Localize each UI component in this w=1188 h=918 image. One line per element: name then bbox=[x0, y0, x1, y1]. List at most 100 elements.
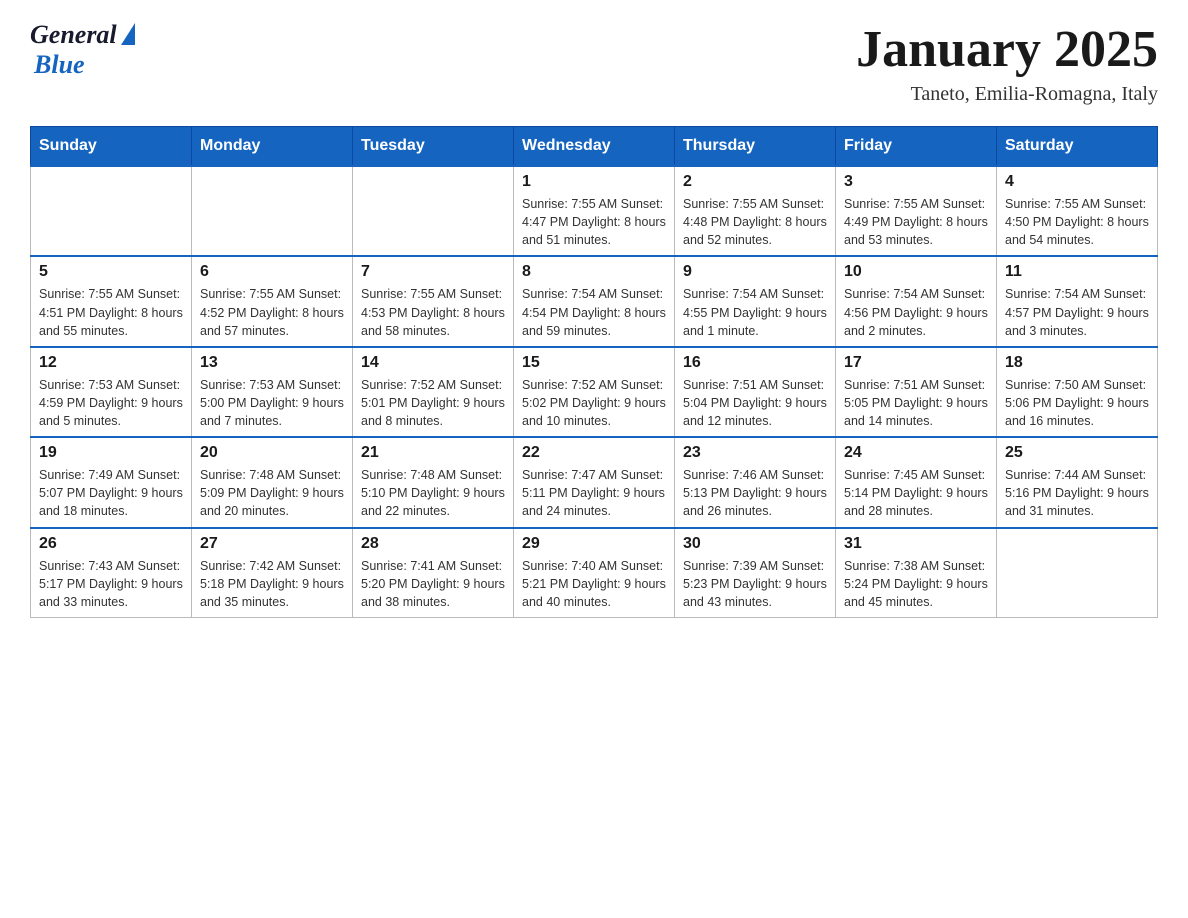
day-info: Sunrise: 7:54 AM Sunset: 4:57 PM Dayligh… bbox=[1005, 285, 1149, 339]
day-number: 1 bbox=[522, 173, 666, 191]
day-info: Sunrise: 7:45 AM Sunset: 5:14 PM Dayligh… bbox=[844, 466, 988, 520]
day-info: Sunrise: 7:40 AM Sunset: 5:21 PM Dayligh… bbox=[522, 557, 666, 611]
day-info: Sunrise: 7:55 AM Sunset: 4:51 PM Dayligh… bbox=[39, 285, 183, 339]
day-number: 22 bbox=[522, 444, 666, 462]
calendar-week-row: 5 Sunrise: 7:55 AM Sunset: 4:51 PM Daylig… bbox=[31, 256, 1158, 346]
day-number: 20 bbox=[200, 444, 344, 462]
day-number: 8 bbox=[522, 263, 666, 281]
calendar-week-row: 1Sunrise: 7:55 AM Sunset: 4:47 PM Daylig… bbox=[31, 166, 1158, 256]
day-info: Sunrise: 7:49 AM Sunset: 5:07 PM Dayligh… bbox=[39, 466, 183, 520]
day-number: 31 bbox=[844, 535, 988, 553]
day-number: 2 bbox=[683, 173, 827, 191]
col-monday: Monday bbox=[192, 127, 353, 167]
col-sunday: Sunday bbox=[31, 127, 192, 167]
logo-blue-text: Blue bbox=[34, 50, 85, 80]
day-info: Sunrise: 7:51 AM Sunset: 5:05 PM Dayligh… bbox=[844, 376, 988, 430]
day-number: 21 bbox=[361, 444, 505, 462]
day-number: 3 bbox=[844, 173, 988, 191]
table-row bbox=[192, 166, 353, 256]
table-row: 11 Sunrise: 7:54 AM Sunset: 4:57 PM Dayli… bbox=[997, 256, 1158, 346]
day-number: 4 bbox=[1005, 173, 1149, 191]
table-row bbox=[31, 166, 192, 256]
table-row: 31 Sunrise: 7:38 AM Sunset: 5:24 PM Dayli… bbox=[836, 528, 997, 618]
day-number: 16 bbox=[683, 354, 827, 372]
table-row: 18 Sunrise: 7:50 AM Sunset: 5:06 PM Dayli… bbox=[997, 347, 1158, 437]
table-row: 24 Sunrise: 7:45 AM Sunset: 5:14 PM Dayli… bbox=[836, 437, 997, 527]
day-number: 28 bbox=[361, 535, 505, 553]
day-number: 27 bbox=[200, 535, 344, 553]
table-row: 29 Sunrise: 7:40 AM Sunset: 5:21 PM Dayli… bbox=[514, 528, 675, 618]
day-info: Sunrise: 7:54 AM Sunset: 4:56 PM Dayligh… bbox=[844, 285, 988, 339]
title-section: January 2025 Taneto, Emilia-Romagna, Ita… bbox=[856, 20, 1158, 106]
table-row: 1Sunrise: 7:55 AM Sunset: 4:47 PM Daylig… bbox=[514, 166, 675, 256]
day-info: Sunrise: 7:46 AM Sunset: 5:13 PM Dayligh… bbox=[683, 466, 827, 520]
day-number: 11 bbox=[1005, 263, 1149, 281]
table-row: 12 Sunrise: 7:53 AM Sunset: 4:59 PM Dayli… bbox=[31, 347, 192, 437]
table-row: 17 Sunrise: 7:51 AM Sunset: 5:05 PM Dayli… bbox=[836, 347, 997, 437]
day-info: Sunrise: 7:52 AM Sunset: 5:02 PM Dayligh… bbox=[522, 376, 666, 430]
col-saturday: Saturday bbox=[997, 127, 1158, 167]
col-wednesday: Wednesday bbox=[514, 127, 675, 167]
day-number: 24 bbox=[844, 444, 988, 462]
day-number: 23 bbox=[683, 444, 827, 462]
day-info: Sunrise: 7:41 AM Sunset: 5:20 PM Dayligh… bbox=[361, 557, 505, 611]
day-number: 29 bbox=[522, 535, 666, 553]
day-number: 7 bbox=[361, 263, 505, 281]
table-row: 23 Sunrise: 7:46 AM Sunset: 5:13 PM Dayli… bbox=[675, 437, 836, 527]
day-info: Sunrise: 7:48 AM Sunset: 5:10 PM Dayligh… bbox=[361, 466, 505, 520]
logo: General Blue bbox=[30, 20, 135, 80]
day-info: Sunrise: 7:55 AM Sunset: 4:52 PM Dayligh… bbox=[200, 285, 344, 339]
day-info: Sunrise: 7:44 AM Sunset: 5:16 PM Dayligh… bbox=[1005, 466, 1149, 520]
table-row: 21 Sunrise: 7:48 AM Sunset: 5:10 PM Dayli… bbox=[353, 437, 514, 527]
day-number: 25 bbox=[1005, 444, 1149, 462]
table-row bbox=[353, 166, 514, 256]
col-friday: Friday bbox=[836, 127, 997, 167]
day-info: Sunrise: 7:53 AM Sunset: 4:59 PM Dayligh… bbox=[39, 376, 183, 430]
day-info: Sunrise: 7:38 AM Sunset: 5:24 PM Dayligh… bbox=[844, 557, 988, 611]
day-info: Sunrise: 7:55 AM Sunset: 4:48 PM Dayligh… bbox=[683, 195, 827, 249]
day-number: 19 bbox=[39, 444, 183, 462]
day-info: Sunrise: 7:39 AM Sunset: 5:23 PM Dayligh… bbox=[683, 557, 827, 611]
day-number: 10 bbox=[844, 263, 988, 281]
day-info: Sunrise: 7:43 AM Sunset: 5:17 PM Dayligh… bbox=[39, 557, 183, 611]
calendar-week-row: 26Sunrise: 7:43 AM Sunset: 5:17 PM Dayli… bbox=[31, 528, 1158, 618]
location-text: Taneto, Emilia-Romagna, Italy bbox=[856, 83, 1158, 106]
table-row: 2 Sunrise: 7:55 AM Sunset: 4:48 PM Daylig… bbox=[675, 166, 836, 256]
table-row: 5 Sunrise: 7:55 AM Sunset: 4:51 PM Daylig… bbox=[31, 256, 192, 346]
day-info: Sunrise: 7:54 AM Sunset: 4:54 PM Dayligh… bbox=[522, 285, 666, 339]
table-row: 26Sunrise: 7:43 AM Sunset: 5:17 PM Dayli… bbox=[31, 528, 192, 618]
table-row: 30Sunrise: 7:39 AM Sunset: 5:23 PM Dayli… bbox=[675, 528, 836, 618]
day-info: Sunrise: 7:53 AM Sunset: 5:00 PM Dayligh… bbox=[200, 376, 344, 430]
day-number: 9 bbox=[683, 263, 827, 281]
table-row: 9 Sunrise: 7:54 AM Sunset: 4:55 PM Daylig… bbox=[675, 256, 836, 346]
day-number: 14 bbox=[361, 354, 505, 372]
table-row: 19 Sunrise: 7:49 AM Sunset: 5:07 PM Dayli… bbox=[31, 437, 192, 527]
calendar-week-row: 19 Sunrise: 7:49 AM Sunset: 5:07 PM Dayli… bbox=[31, 437, 1158, 527]
day-info: Sunrise: 7:55 AM Sunset: 4:53 PM Dayligh… bbox=[361, 285, 505, 339]
day-number: 17 bbox=[844, 354, 988, 372]
logo-general-text: General bbox=[30, 20, 117, 50]
day-info: Sunrise: 7:54 AM Sunset: 4:55 PM Dayligh… bbox=[683, 285, 827, 339]
table-row bbox=[997, 528, 1158, 618]
day-number: 5 bbox=[39, 263, 183, 281]
col-tuesday: Tuesday bbox=[353, 127, 514, 167]
day-number: 13 bbox=[200, 354, 344, 372]
day-number: 6 bbox=[200, 263, 344, 281]
page-header: General Blue January 2025 Taneto, Emilia… bbox=[30, 20, 1158, 106]
table-row: 27Sunrise: 7:42 AM Sunset: 5:18 PM Dayli… bbox=[192, 528, 353, 618]
day-info: Sunrise: 7:55 AM Sunset: 4:49 PM Dayligh… bbox=[844, 195, 988, 249]
day-number: 15 bbox=[522, 354, 666, 372]
table-row: 4Sunrise: 7:55 AM Sunset: 4:50 PM Daylig… bbox=[997, 166, 1158, 256]
table-row: 13 Sunrise: 7:53 AM Sunset: 5:00 PM Dayli… bbox=[192, 347, 353, 437]
col-thursday: Thursday bbox=[675, 127, 836, 167]
day-number: 18 bbox=[1005, 354, 1149, 372]
table-row: 20Sunrise: 7:48 AM Sunset: 5:09 PM Dayli… bbox=[192, 437, 353, 527]
month-title: January 2025 bbox=[856, 20, 1158, 79]
table-row: 6 Sunrise: 7:55 AM Sunset: 4:52 PM Daylig… bbox=[192, 256, 353, 346]
day-info: Sunrise: 7:51 AM Sunset: 5:04 PM Dayligh… bbox=[683, 376, 827, 430]
day-number: 12 bbox=[39, 354, 183, 372]
table-row: 7 Sunrise: 7:55 AM Sunset: 4:53 PM Daylig… bbox=[353, 256, 514, 346]
day-info: Sunrise: 7:50 AM Sunset: 5:06 PM Dayligh… bbox=[1005, 376, 1149, 430]
table-row: 3 Sunrise: 7:55 AM Sunset: 4:49 PM Daylig… bbox=[836, 166, 997, 256]
day-info: Sunrise: 7:47 AM Sunset: 5:11 PM Dayligh… bbox=[522, 466, 666, 520]
